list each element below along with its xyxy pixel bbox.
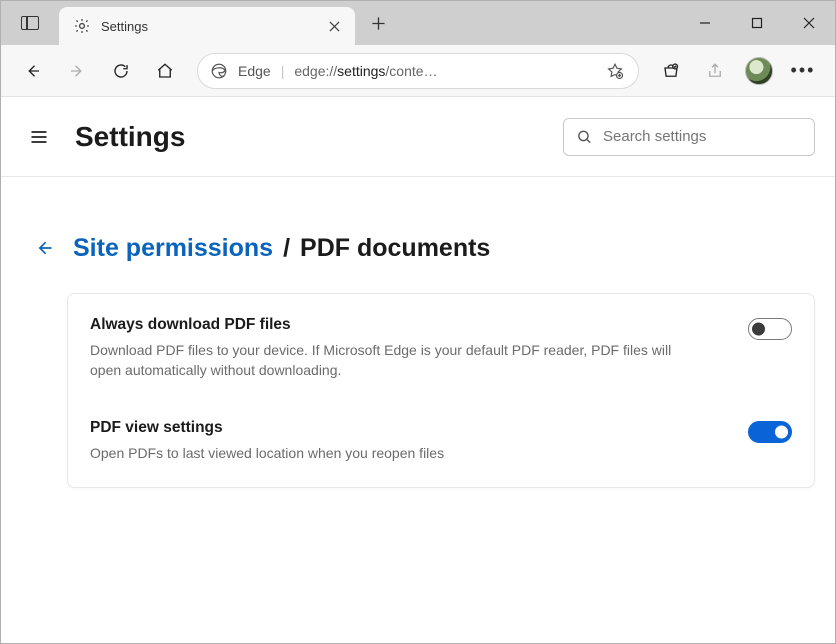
tab-actions-icon — [21, 16, 39, 30]
breadcrumb-separator: / — [283, 234, 290, 263]
search-icon — [576, 128, 593, 146]
titlebar-left: Settings — [1, 1, 395, 45]
plus-icon — [371, 16, 386, 31]
breadcrumb-back-button[interactable] — [29, 233, 59, 263]
settings-title: Settings — [75, 121, 545, 153]
star-plus-icon — [606, 62, 624, 80]
setting-text: PDF view settings Open PDFs to last view… — [90, 419, 748, 463]
toggle-always-download-pdf[interactable] — [748, 318, 792, 340]
hamburger-icon — [29, 127, 49, 147]
settings-header: Settings — [1, 97, 835, 177]
setting-always-download-pdf: Always download PDF files Download PDF f… — [68, 298, 814, 401]
more-icon: ••• — [791, 60, 816, 81]
maximize-icon — [751, 17, 763, 29]
browser-toolbar: Edge | edge://settings/conte… ••• — [1, 45, 835, 97]
tab-settings[interactable]: Settings — [59, 7, 355, 45]
settings-search[interactable] — [563, 118, 815, 156]
tab-actions-button[interactable] — [1, 1, 59, 45]
minimize-button[interactable] — [679, 1, 731, 45]
tab-close-button[interactable] — [325, 17, 343, 35]
tab-title: Settings — [101, 19, 315, 34]
browser-label: Edge — [238, 63, 271, 79]
settings-menu-button[interactable] — [21, 119, 57, 155]
share-button[interactable] — [697, 53, 733, 89]
address-separator: | — [281, 63, 285, 79]
settings-content: Site permissions / PDF documents Always … — [1, 177, 835, 643]
arrow-left-icon — [24, 62, 42, 80]
setting-text: Always download PDF files Download PDF f… — [90, 316, 748, 381]
maximize-button[interactable] — [731, 1, 783, 45]
settings-search-input[interactable] — [603, 128, 802, 145]
favorite-button[interactable] — [604, 60, 626, 82]
shopping-icon — [662, 62, 680, 80]
setting-pdf-view: PDF view settings Open PDFs to last view… — [68, 401, 814, 483]
shopping-button[interactable] — [653, 53, 689, 89]
more-button[interactable]: ••• — [785, 53, 821, 89]
refresh-button[interactable] — [103, 53, 139, 89]
refresh-icon — [112, 62, 130, 80]
window-controls — [679, 1, 835, 45]
close-icon — [803, 17, 815, 29]
forward-button — [59, 53, 95, 89]
titlebar: Settings — [1, 1, 835, 45]
close-icon — [329, 21, 340, 32]
settings-panel: Always download PDF files Download PDF f… — [67, 293, 815, 488]
url-text: edge://settings/conte… — [294, 63, 594, 79]
back-button[interactable] — [15, 53, 51, 89]
home-button[interactable] — [147, 53, 183, 89]
minimize-icon — [699, 17, 711, 29]
toggle-knob — [752, 323, 765, 336]
home-icon — [156, 62, 174, 80]
edge-logo-icon — [210, 62, 228, 80]
toggle-pdf-view[interactable] — [748, 421, 792, 443]
breadcrumb-parent-link[interactable]: Site permissions — [73, 234, 273, 263]
share-icon — [706, 62, 724, 80]
setting-description: Open PDFs to last viewed location when y… — [90, 443, 688, 463]
address-bar[interactable]: Edge | edge://settings/conte… — [197, 53, 639, 89]
arrow-left-icon — [34, 238, 54, 258]
arrow-right-icon — [68, 62, 86, 80]
setting-description: Download PDF files to your device. If Mi… — [90, 340, 688, 381]
new-tab-button[interactable] — [361, 6, 395, 40]
setting-title: Always download PDF files — [90, 316, 688, 334]
toggle-knob — [775, 425, 788, 438]
breadcrumb-row: Site permissions / PDF documents — [29, 233, 819, 263]
avatar — [745, 57, 773, 85]
setting-title: PDF view settings — [90, 419, 688, 437]
breadcrumb: Site permissions / PDF documents — [73, 234, 490, 263]
breadcrumb-current: PDF documents — [300, 234, 490, 263]
gear-icon — [73, 17, 91, 35]
profile-button[interactable] — [741, 53, 777, 89]
close-window-button[interactable] — [783, 1, 835, 45]
